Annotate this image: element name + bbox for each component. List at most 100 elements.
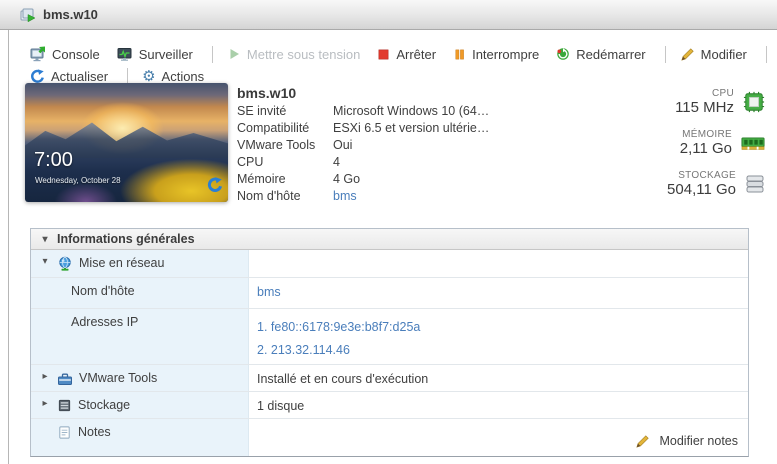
detail-label: SE invité [237,104,287,118]
edit-notes-button[interactable]: Modifier notes [635,434,738,449]
monitor-icon [117,46,133,62]
ipv4-address-link[interactable]: 2. 213.32.114.46 [257,339,738,362]
chevron-right-icon[interactable]: ▸ [39,371,51,382]
ipv6-address-link[interactable]: 1. fe80::6178:9e3e:b8f7:d25a [257,316,738,339]
vm-console-thumbnail[interactable]: 7:00 Wednesday, October 28 [25,83,228,202]
detail-label: Nom d'hôte [237,189,301,203]
detail-row-compatibility: Compatibilité ESXi 6.5 et version ultéri… [237,120,489,137]
thumbnail-refresh-icon[interactable] [207,177,223,198]
page-title: bms.w10 [43,7,98,22]
suspend-label: Interrompre [472,46,540,62]
cpu-stat-label: CPU [711,88,734,99]
detail-value: Oui [333,138,353,152]
network-globe-icon [57,256,73,272]
detail-value: ESXi 6.5 et version ultérie… [333,121,490,135]
tools-row-label: VMware Tools [79,371,158,385]
console-icon [30,46,46,62]
edit-button[interactable]: Modifier [680,47,747,62]
detail-value: Microsoft Windows 10 (64… [333,104,490,118]
storage-row-label: Stockage [78,398,131,412]
esxi-vm-page: bms.w10 Console Surveiller Mettre sous t… [0,0,777,464]
notes-row-label-cell: Notes [31,419,249,456]
restart-label: Redémarrer [576,46,646,62]
window-titlebar: bms.w10 [0,0,777,30]
refresh-button[interactable]: Actualiser [30,69,108,84]
toolbar-separator [664,45,666,63]
memory-stat: MÉMOIRE 2,11 Go [667,129,765,157]
tools-row-header[interactable]: ▸ VMware Tools [31,365,249,391]
monitor-label: Surveiller [138,46,193,62]
disk-icon [57,398,72,413]
actions-button[interactable]: ⚙ Actions [142,69,204,84]
hostname-link[interactable]: bms [333,189,357,203]
notes-row-label: Notes [78,425,111,439]
monitor-button[interactable]: Surveiller [117,46,193,62]
memory-icon [741,136,765,151]
general-info-title: Informations générales [57,232,195,246]
toolbar-separator [127,67,129,85]
network-row-value [249,250,748,277]
vm-details-table: SE invité Microsoft Windows 10 (64… Comp… [237,103,489,205]
suspend-button[interactable]: Interrompre [453,47,539,62]
chevron-down-icon: ▾ [42,233,48,245]
table-row-hostname: Nom d'hôte bms [31,278,748,309]
power-off-button[interactable]: Arrêter [377,47,436,62]
network-row-label: Mise en réseau [79,256,165,270]
tools-row-value: Installé et en cours d'exécution [257,372,429,386]
power-on-icon [227,47,241,61]
memory-stat-value: 2,11 Go [679,140,732,157]
chevron-down-icon[interactable]: ▾ [39,256,51,267]
cpu-icon [743,91,765,113]
cpu-stat: CPU 115 MHz [667,88,765,116]
vm-name: bms.w10 [237,85,297,101]
refresh-label: Actualiser [51,68,109,84]
storage-stat-label: STOCKAGE [678,170,736,181]
detail-row-cpu: CPU 4 [237,154,489,171]
toolbar-separator [765,45,767,63]
stop-icon [377,48,390,61]
pencil-icon [680,47,695,62]
detail-label: Mémoire [237,172,286,186]
thumbnail-date: Wednesday, October 28 [35,176,121,185]
refresh-icon [30,68,45,84]
power-on-button[interactable]: Mettre sous tension [227,47,360,62]
vm-resource-stats: CPU 115 MHz MÉMOIRE 2,11 Go STOCKAGE 504… [667,88,765,211]
general-info-panel: ▾ Informations générales ▾ Mise en résea… [30,228,749,457]
detail-row-hostname: Nom d'hôte bms [237,188,489,205]
storage-stat-value: 504,11 Go [667,181,736,198]
memory-stat-label: MÉMOIRE [682,129,732,140]
vm-icon [20,7,36,23]
pencil-icon [635,434,650,449]
network-row-header[interactable]: ▾ Mise en réseau [31,250,249,277]
console-button[interactable]: Console [30,46,100,62]
general-info-header[interactable]: ▾ Informations générales [31,229,748,250]
table-row-vmware-tools: ▸ VMware Tools Installé et en cours d'ex… [31,365,748,392]
cpu-stat-value: 115 MHz [675,99,734,116]
storage-row-header[interactable]: ▸ Stockage [31,392,249,418]
restart-button[interactable]: Redémarrer [556,46,646,62]
chevron-right-icon[interactable]: ▸ [39,398,51,409]
detail-row-guest-os: SE invité Microsoft Windows 10 (64… [237,103,489,120]
detail-label: Compatibilité [237,121,310,135]
edit-label: Modifier [700,46,747,62]
edit-notes-label: Modifier notes [659,434,738,448]
panel-left-border [8,30,9,464]
actions-label: Actions [161,68,205,84]
detail-label: CPU [237,155,264,169]
storage-icon [745,174,765,194]
detail-row-vmware-tools: VMware Tools Oui [237,137,489,154]
notes-icon [57,425,72,440]
detail-value: 4 Go [333,172,361,186]
power-off-label: Arrêter [396,46,437,62]
hostname-value-link[interactable]: bms [257,285,281,299]
power-on-label: Mettre sous tension [246,46,361,62]
table-row-storage: ▸ Stockage 1 disque [31,392,748,419]
hostname-row-label: Nom d'hôte [71,284,135,298]
ip-row-label-cell: Adresses IP [31,309,249,364]
vm-toolbar-row1: Console Surveiller Mettre sous tension A… [30,44,777,64]
detail-label: VMware Tools [237,138,316,152]
thumbnail-clock: 7:00 [34,149,73,171]
table-row-notes: Notes Modifier notes [31,419,748,456]
ip-row-label: Adresses IP [71,315,139,329]
storage-stat: STOCKAGE 504,11 Go [667,170,765,198]
